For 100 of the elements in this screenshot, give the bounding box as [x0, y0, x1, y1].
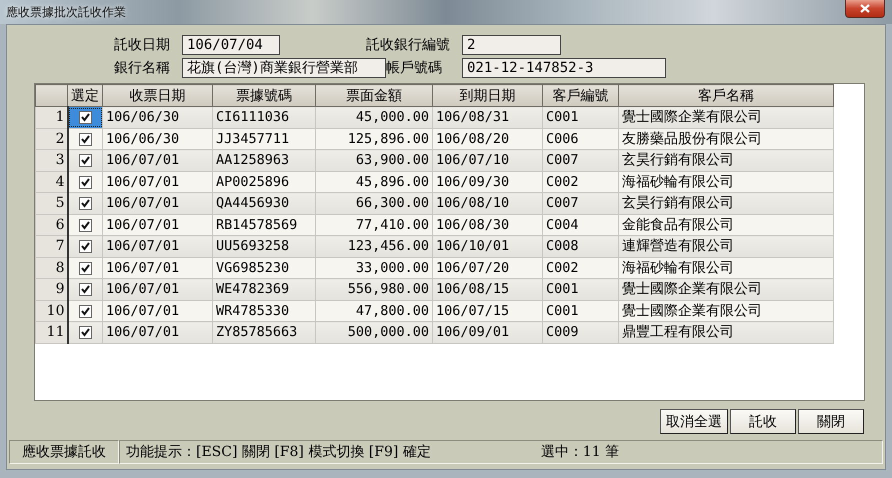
table-cell: 123,456.00 [316, 236, 432, 257]
table-cell: AA1258963 [212, 150, 316, 171]
table-cell: 66,300.00 [316, 192, 432, 214]
input-field[interactable]: 021-12-147852-3 [462, 58, 666, 78]
table-cell: QA4456930 [212, 192, 316, 214]
table-cell: 106/08/31 [432, 106, 542, 128]
field-label: 銀行名稱 [113, 59, 171, 77]
table-cell: 45,000.00 [316, 106, 432, 128]
table-cell: 106/08/10 [432, 192, 542, 214]
table-cell: 500,000.00 [316, 322, 432, 343]
table-cell: 海福砂輪有限公司 [618, 171, 834, 192]
input-field[interactable]: 106/07/04 [182, 35, 280, 55]
table-cell: 106/09/01 [432, 322, 542, 343]
table-cell: RB14578569 [212, 214, 316, 236]
field-label: 託收日期 [113, 36, 171, 54]
row-number: 4 [36, 171, 68, 192]
table-cell: 106/07/01 [102, 236, 212, 257]
checkbox[interactable] [78, 262, 92, 275]
table-cell: 106/07/01 [102, 150, 212, 171]
action-button[interactable]: 取消全選 [660, 409, 728, 434]
table-cell: 金能食品有限公司 [618, 214, 834, 236]
checkbox[interactable] [78, 111, 92, 124]
table-cell: 47,800.00 [316, 300, 432, 322]
table-cell: WR4785330 [212, 300, 316, 322]
table-cell: 覺士國際企業有限公司 [618, 278, 834, 300]
checkbox[interactable] [78, 283, 92, 296]
table-cell: C001 [542, 278, 618, 300]
table-cell: 海福砂輪有限公司 [618, 257, 834, 278]
row-number: 10 [36, 300, 68, 322]
table-cell: C001 [542, 106, 618, 128]
table-cell: 106/07/01 [102, 171, 212, 192]
checkbox[interactable] [78, 240, 92, 254]
column-header[interactable]: 客戶編號 [542, 84, 618, 106]
table-cell: UU5693258 [212, 236, 316, 257]
table-cell: C007 [542, 192, 618, 214]
table-cell: 63,900.00 [316, 150, 432, 171]
status-count: 選中：11 筆 [540, 443, 620, 461]
field-label: 帳戶號碼 [386, 59, 443, 77]
close-button[interactable] [845, 0, 885, 18]
table-cell: 77,410.00 [316, 214, 432, 236]
table-cell: 106/08/30 [432, 214, 542, 236]
table-cell: 106/07/01 [102, 192, 212, 214]
input-field[interactable]: 2 [462, 35, 561, 55]
table-cell: 玄昊行銷有限公司 [618, 150, 834, 171]
column-header[interactable]: 票據號碼 [212, 84, 316, 106]
status-module: 應收票據託收 [22, 443, 106, 461]
column-header[interactable]: 客戶名稱 [618, 84, 834, 106]
checkbox[interactable] [78, 326, 92, 340]
field-label: 託收銀行編號 [365, 36, 451, 54]
table-cell: C008 [542, 236, 618, 257]
table-cell: 鼎豐工程有限公司 [618, 322, 834, 343]
table-cell: 45,896.00 [316, 171, 432, 192]
table-cell: 125,896.00 [316, 128, 432, 150]
window-title: 應收票據批次託收作業 [6, 4, 126, 21]
checkbox[interactable] [78, 218, 92, 232]
table-cell: ZY85785663 [212, 322, 316, 343]
table-cell: C006 [542, 128, 618, 150]
row-number: 3 [36, 150, 68, 171]
checkbox[interactable] [78, 154, 92, 168]
row-number: 9 [36, 278, 68, 300]
table-cell: WE4782369 [212, 278, 316, 300]
row-number: 1 [36, 106, 68, 128]
table-cell: VG6985230 [212, 257, 316, 278]
table-cell: 106/07/01 [102, 300, 212, 322]
table-cell: C002 [542, 171, 618, 192]
table-cell: 106/06/30 [102, 106, 212, 128]
row-number: 8 [36, 257, 68, 278]
table-cell: 33,000.00 [316, 257, 432, 278]
table-cell: 玄昊行銷有限公司 [618, 192, 834, 214]
table-cell: C001 [542, 300, 618, 322]
table-cell: 106/07/01 [102, 257, 212, 278]
action-button[interactable]: 託收 [730, 409, 796, 434]
column-header[interactable]: 收票日期 [102, 84, 212, 106]
column-header[interactable]: 選定 [68, 84, 102, 106]
input-field[interactable]: 花旗(台灣)商業銀行營業部 [182, 58, 386, 78]
table-cell: 556,980.00 [316, 278, 432, 300]
table-cell: C002 [542, 257, 618, 278]
table-cell: 106/08/20 [432, 128, 542, 150]
table-cell: CI6111036 [212, 106, 316, 128]
checkbox[interactable] [78, 304, 92, 318]
row-number: 5 [36, 192, 68, 214]
table-cell: C007 [542, 150, 618, 171]
row-number: 2 [36, 128, 68, 150]
status-hint: 功能提示：[ESC] 關閉 [F8] 模式切換 [F9] 確定 [126, 443, 431, 461]
table-cell: JJ3457711 [212, 128, 316, 150]
table-cell: 106/07/15 [432, 300, 542, 322]
checkbox[interactable] [78, 176, 92, 189]
table-cell: 106/07/01 [102, 322, 212, 343]
checkbox[interactable] [78, 132, 92, 146]
checkbox[interactable] [78, 197, 92, 210]
column-header[interactable]: 到期日期 [432, 84, 542, 106]
action-button[interactable]: 關閉 [798, 409, 864, 434]
table-cell: 連輝營造有限公司 [618, 236, 834, 257]
table-cell: 106/07/01 [102, 278, 212, 300]
column-header[interactable]: 票面金額 [316, 84, 432, 106]
table-cell: 友勝藥品股份有限公司 [618, 128, 834, 150]
table-cell: 106/10/01 [432, 236, 542, 257]
table-cell: AP0025896 [212, 171, 316, 192]
close-icon [860, 4, 870, 13]
table-cell: 106/09/30 [432, 171, 542, 192]
